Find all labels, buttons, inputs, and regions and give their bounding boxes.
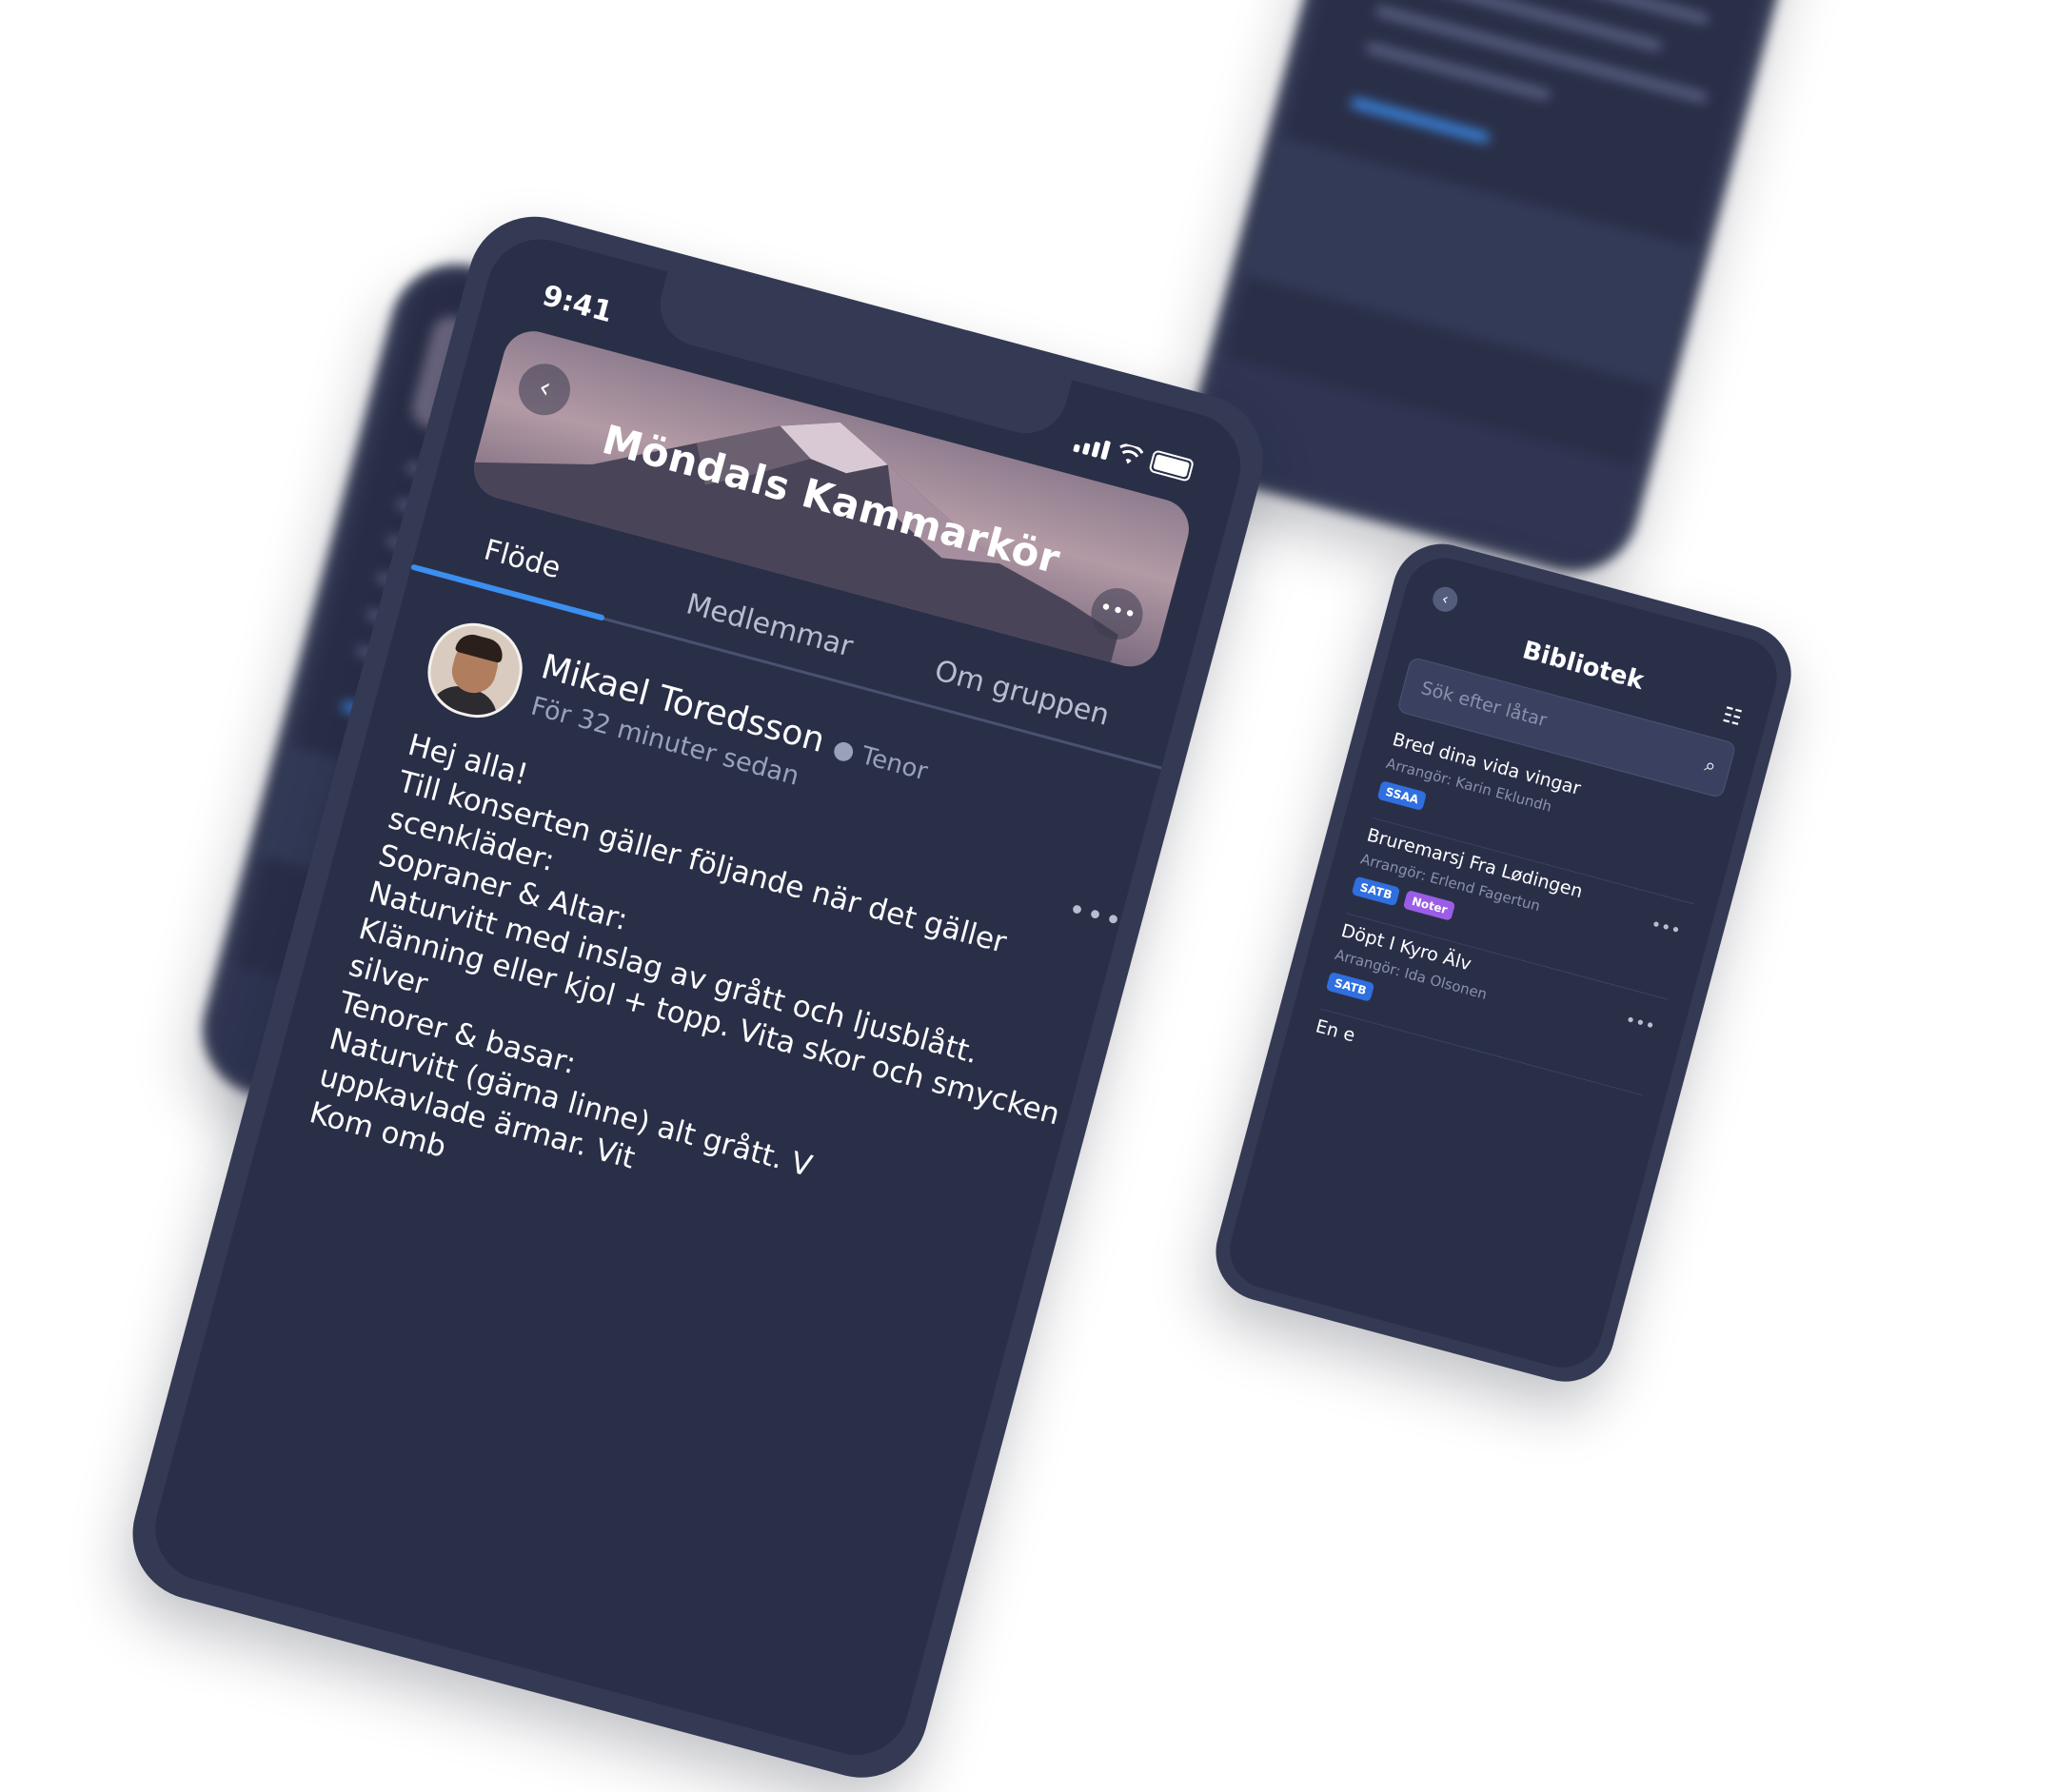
main-phone: 9:41 Möndals Kammarkör ‹ ••• Flöde Medle…: [117, 202, 1278, 1792]
song-tags: SATB: [1325, 971, 1375, 1002]
background-comment: [1245, 137, 1695, 386]
library-back-button[interactable]: ‹: [1430, 583, 1461, 615]
song-title: En e: [1313, 1015, 1357, 1047]
battery-icon: [1148, 449, 1196, 482]
song-tags: SSAA: [1376, 780, 1428, 812]
song-tag: SATB: [1351, 876, 1401, 907]
tab-om-gruppen[interactable]: Om gruppen: [931, 654, 1113, 733]
background-phone-right: [1177, 0, 1822, 587]
ellipsis-icon: •••: [1064, 892, 1128, 940]
song-tag: SSAA: [1376, 780, 1428, 812]
chevron-left-icon: ‹: [1439, 589, 1451, 609]
avatar[interactable]: [418, 613, 533, 728]
chevron-left-icon: ‹: [535, 370, 555, 406]
background-link: [1350, 97, 1491, 144]
post-more-button[interactable]: •••: [1064, 893, 1127, 939]
signal-icon: [1073, 433, 1112, 461]
song-tag: Noter: [1403, 890, 1456, 921]
status-icons: [1073, 429, 1196, 482]
status-time: 9:41: [539, 279, 617, 330]
ellipsis-icon: •••: [1097, 595, 1139, 628]
background-phone-right-screen: [1196, 0, 1804, 568]
song-more-button[interactable]: •••: [1649, 915, 1683, 942]
library-phone: ‹ Bibliotek ☷ Sök efter låtar ⌕ Bred din…: [1204, 533, 1803, 1393]
post-author-role: ● Tenor: [829, 734, 931, 787]
song-tag: SATB: [1325, 971, 1375, 1002]
tab-flode[interactable]: Flöde: [481, 533, 564, 585]
post-body: Hej alla! Till konserten gäller följande…: [306, 726, 1080, 1308]
song-more-button[interactable]: •••: [1623, 1010, 1657, 1037]
wifi-icon: [1116, 443, 1145, 469]
search-placeholder: Sök efter låtar: [1418, 677, 1550, 732]
main-phone-screen: 9:41 Möndals Kammarkör ‹ ••• Flöde Medle…: [143, 226, 1253, 1767]
tab-medlemmar[interactable]: Medlemmar: [682, 587, 856, 663]
library-screen: ‹ Bibliotek ☷ Sök efter låtar ⌕ Bred din…: [1220, 549, 1787, 1377]
search-icon[interactable]: ⌕: [1703, 753, 1719, 778]
